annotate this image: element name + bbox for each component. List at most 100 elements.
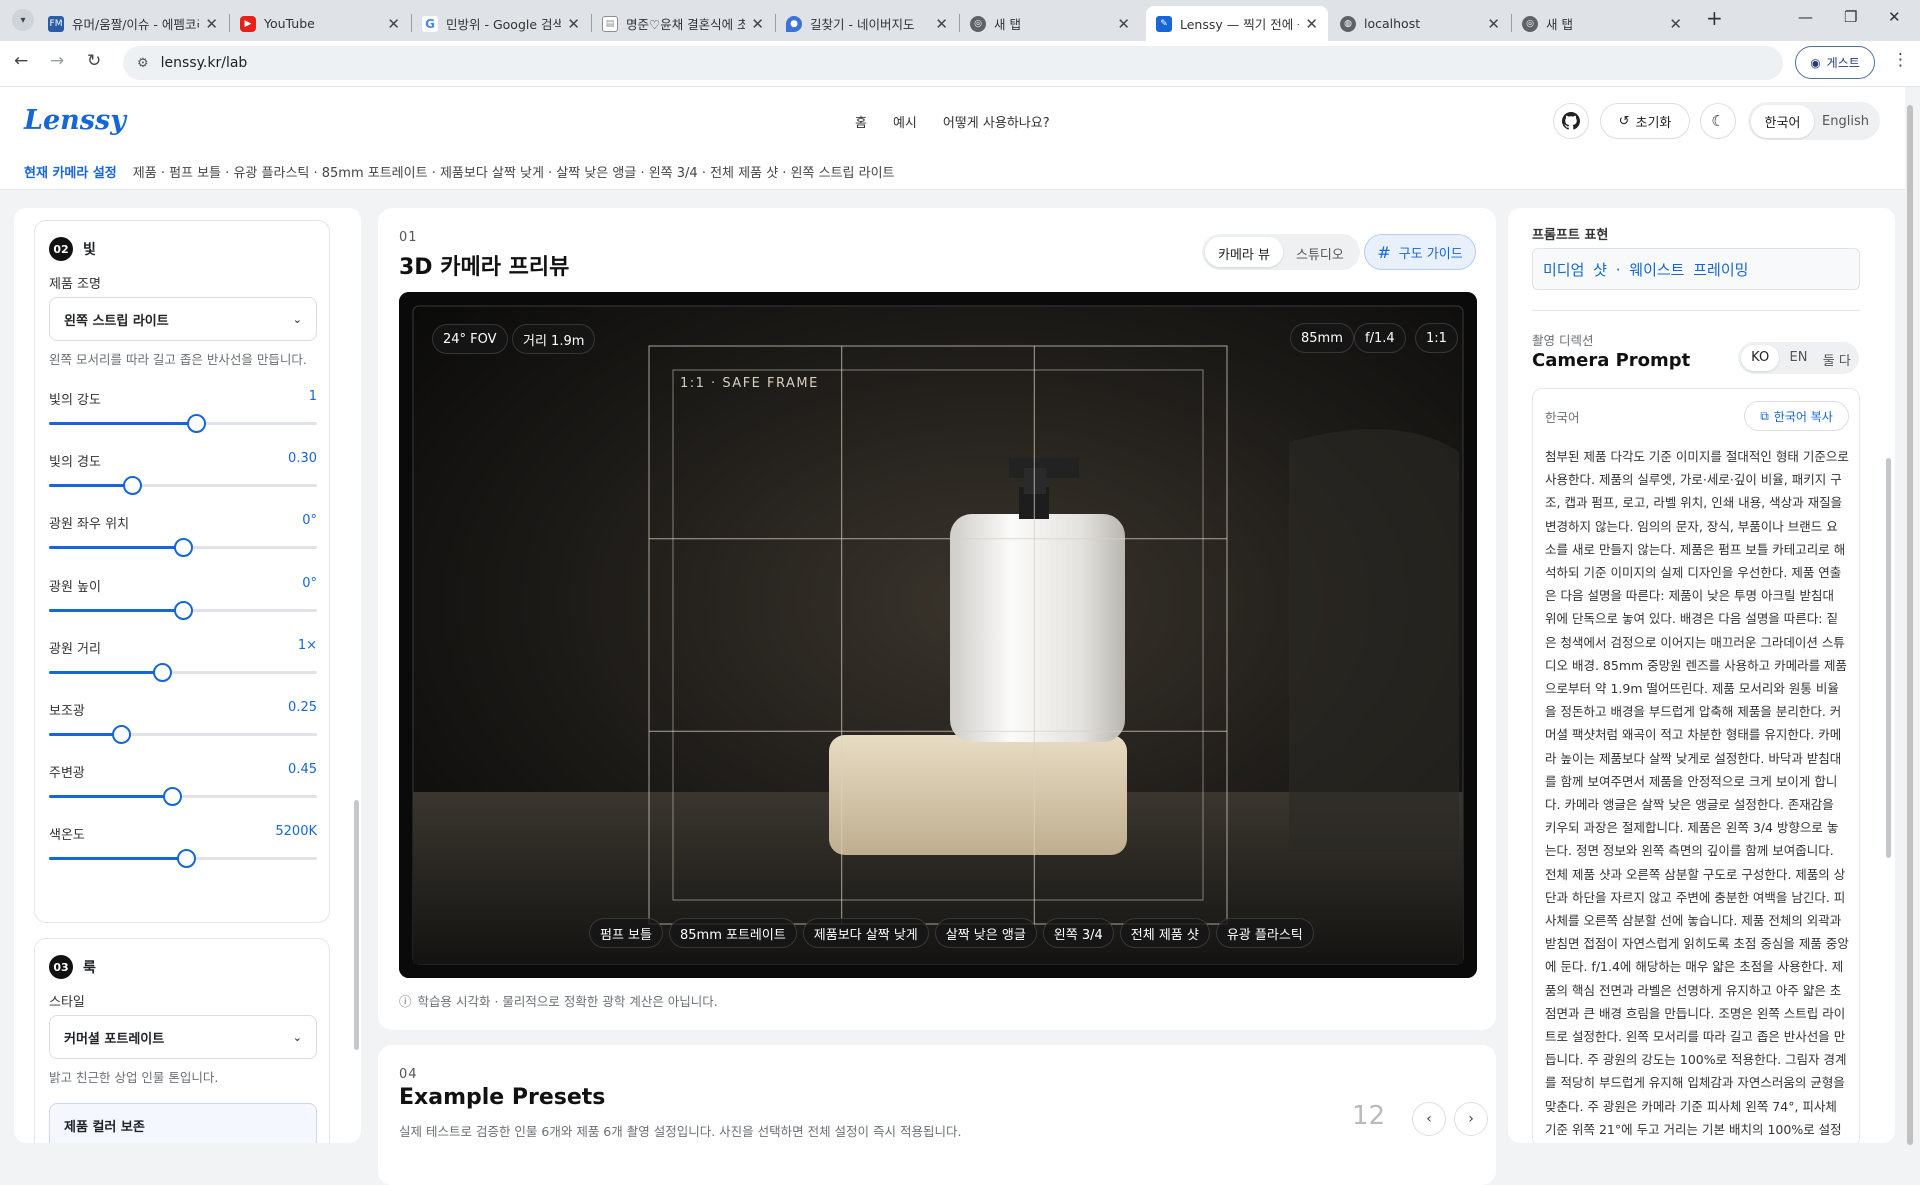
- browser-tab[interactable]: ◍ localhost ✕: [1330, 6, 1510, 41]
- browser-tab[interactable]: FM 유머/움짤/이슈 - 에펨코리아 ✕: [38, 6, 228, 41]
- reset-button[interactable]: ↺ 초기화: [1600, 103, 1690, 139]
- tab-both[interactable]: 둘 다: [1818, 345, 1856, 371]
- new-tab-button[interactable]: +: [1706, 6, 1723, 30]
- slider-handle[interactable]: [112, 725, 132, 744]
- app-header: Lenssy 홈 예시 어떻게 사용하나요? ↺ 초기화 ☾ 한국어 Engli…: [0, 87, 1905, 154]
- composition-guide-button[interactable]: # 구도 가이드: [1364, 234, 1476, 270]
- tab-title: 새 탭: [994, 17, 1021, 32]
- color-preserve-label: 제품 컬러 보존: [64, 1120, 145, 1135]
- slider-handle[interactable]: [187, 414, 207, 433]
- prompt-panel: 프롬프트 표현 미디엄 샷 · 웨이스트 프레이밍 촬영 디렉션 Camera …: [1508, 208, 1895, 1143]
- info-icon: ⓘ: [399, 994, 412, 1009]
- browser-tab[interactable]: G 민방위 - Google 검색 ✕: [412, 6, 590, 41]
- site-info-icon[interactable]: ⚙: [137, 56, 149, 71]
- prompt-text: 첨부된 제품 다각도 기준 이미지를 절대적인 형태 기준으로 사용한다. 제품…: [1545, 449, 1849, 1137]
- lang-english[interactable]: English: [1814, 107, 1877, 136]
- slider-handle[interactable]: [123, 476, 143, 496]
- close-icon[interactable]: ✕: [751, 15, 764, 33]
- close-icon[interactable]: ✕: [387, 15, 400, 33]
- close-icon[interactable]: ✕: [567, 15, 580, 33]
- slider-label: 광원 거리: [49, 641, 101, 657]
- lighting-select[interactable]: 왼쪽 스트립 라이트 ⌄: [49, 297, 317, 341]
- guest-label: 게스트: [1826, 56, 1860, 70]
- slider-track[interactable]: [49, 476, 317, 496]
- browser-tab[interactable]: ◎ 새 탭 ✕: [1512, 6, 1692, 41]
- slider-handle[interactable]: [174, 600, 193, 620]
- tab-ko[interactable]: KO: [1741, 345, 1780, 371]
- preview-step: 01: [399, 230, 418, 245]
- nav-how-to[interactable]: 어떻게 사용하나요?: [943, 112, 1050, 131]
- slider-handle[interactable]: [163, 787, 183, 807]
- menu-dots-icon[interactable]: ⋮: [1892, 50, 1909, 70]
- prompt-scrollbar[interactable]: [1886, 458, 1891, 858]
- next-preset-button[interactable]: ›: [1454, 1102, 1488, 1136]
- slider-row: 주변광 0.45: [49, 762, 317, 807]
- github-button[interactable]: [1553, 103, 1589, 139]
- logo[interactable]: Lenssy: [24, 105, 126, 136]
- current-settings-label: 현재 카메라 설정: [24, 166, 117, 181]
- section-number: 02: [49, 237, 73, 261]
- nav-home[interactable]: 홈: [855, 112, 867, 131]
- tab-title: YouTube: [264, 16, 315, 31]
- prompt-expr-field[interactable]: 미디엄 샷 · 웨이스트 프레이밍: [1532, 248, 1860, 290]
- close-icon[interactable]: ✕: [1117, 15, 1130, 33]
- fmkorea-favicon: FM: [48, 15, 64, 32]
- copy-korean-button[interactable]: ⧉ 한국어 복사: [1744, 401, 1849, 431]
- prev-preset-button[interactable]: ‹: [1412, 1102, 1446, 1136]
- slider-track[interactable]: [49, 787, 317, 807]
- slider-track[interactable]: [49, 849, 317, 869]
- slider-handle[interactable]: [176, 849, 196, 869]
- slider-handle[interactable]: [152, 662, 172, 682]
- browser-tab-active[interactable]: ✎ Lenssy — 찍기 전에 구도를 ✕: [1146, 6, 1328, 41]
- settings-scrollbar[interactable]: [354, 800, 359, 1050]
- tab-search-icon[interactable]: ▾: [12, 9, 34, 31]
- theme-toggle-button[interactable]: ☾: [1700, 103, 1736, 139]
- window-close-icon[interactable]: ✕: [1888, 8, 1901, 26]
- slider-label: 색온도: [49, 828, 85, 844]
- browser-tab-strip: ▾ FM 유머/움짤/이슈 - 에펨코리아 ✕ ▶ YouTube ✕ G 민방…: [0, 0, 1920, 41]
- github-icon: [1562, 112, 1580, 130]
- forward-icon[interactable]: →: [50, 51, 64, 71]
- lang-korean[interactable]: 한국어: [1751, 104, 1814, 138]
- nav-examples[interactable]: 예시: [893, 112, 917, 131]
- tab-camera-view[interactable]: 카메라 뷰: [1205, 237, 1283, 267]
- close-icon[interactable]: ✕: [1487, 15, 1500, 33]
- color-preserve-box[interactable]: 제품 컬러 보존: [49, 1103, 317, 1143]
- slider-value: 1×: [297, 637, 317, 653]
- page-scroll-thumb[interactable]: [1907, 105, 1913, 1145]
- presets-subtitle: 실제 테스트로 검증한 인물 6개와 제품 6개 촬영 설정입니다. 사진을 선…: [399, 1124, 962, 1139]
- tab-studio[interactable]: 스튜디오: [1283, 237, 1357, 267]
- close-icon[interactable]: ✕: [935, 15, 948, 33]
- chrome-favicon: ◎: [970, 15, 986, 32]
- slider-value: 0.30: [288, 451, 317, 467]
- guest-profile-button[interactable]: ◉ 게스트: [1795, 46, 1875, 79]
- slider-handle[interactable]: [174, 538, 193, 558]
- tab-en[interactable]: EN: [1779, 345, 1817, 371]
- slider-track[interactable]: [49, 538, 317, 558]
- back-icon[interactable]: ←: [14, 51, 28, 71]
- browser-tab[interactable]: ◎ 새 탭 ✕: [960, 6, 1140, 41]
- camera-viewport[interactable]: 1:1 · SAFE FRAME 24° FOV 거리 1.9m 85mm f/…: [399, 292, 1477, 978]
- minimize-icon[interactable]: —: [1798, 8, 1813, 26]
- browser-tab[interactable]: ▶ YouTube ✕: [230, 6, 410, 41]
- language-switch: 한국어 English: [1748, 102, 1880, 140]
- slider-track[interactable]: [49, 725, 317, 744]
- slider-track[interactable]: [49, 414, 317, 433]
- reload-icon[interactable]: ↻: [87, 51, 101, 71]
- browser-tab[interactable]: ▤ 명준♡윤채 결혼식에 초대합니다 ✕: [592, 6, 774, 41]
- camera-prompt-title: Camera Prompt: [1532, 350, 1691, 371]
- close-icon[interactable]: ✕: [205, 15, 218, 33]
- style-select[interactable]: 커머셜 포트레이트 ⌄: [49, 1015, 317, 1059]
- restore-icon[interactable]: ❐: [1844, 8, 1857, 26]
- close-icon[interactable]: ✕: [1305, 15, 1318, 33]
- section-number: 03: [49, 955, 73, 979]
- slider-track[interactable]: [49, 662, 317, 682]
- slider-fill: [49, 795, 173, 799]
- address-bar[interactable]: ⚙ lenssy.kr/lab: [123, 46, 1783, 80]
- browser-tab[interactable]: ● 길찾기 - 네이버지도 ✕: [776, 6, 958, 41]
- slider-fill: [49, 546, 183, 550]
- page-scrollbar[interactable]: [1906, 105, 1914, 1145]
- slider-track[interactable]: [49, 600, 317, 620]
- close-icon[interactable]: ✕: [1669, 15, 1682, 33]
- lighting-hint: 왼쪽 모서리를 따라 길고 좁은 반사선을 만듭니다.: [49, 352, 307, 367]
